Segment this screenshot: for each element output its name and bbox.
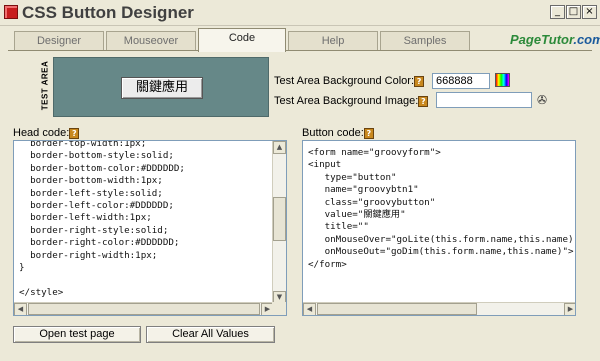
test-area: 關鍵應用 xyxy=(53,57,269,117)
bg-color-setting: Test Area Background Color:? xyxy=(274,75,425,87)
app-icon xyxy=(4,5,18,19)
tab-samples[interactable]: Samples xyxy=(380,31,470,51)
brand-suffix: .com xyxy=(573,32,600,47)
scroll-up-icon[interactable]: ▲ xyxy=(273,141,286,154)
tab-code[interactable]: Code xyxy=(198,28,286,52)
tab-designer[interactable]: Designer xyxy=(14,31,104,51)
minimize-button[interactable]: _ xyxy=(550,5,565,19)
bg-image-label: Test Area Background Image: xyxy=(274,95,419,107)
title-bar: CSS Button Designer _ □ × xyxy=(0,0,600,26)
color-picker-icon[interactable] xyxy=(495,73,510,87)
close-button[interactable]: × xyxy=(582,5,597,19)
help-icon[interactable]: ? xyxy=(363,127,374,139)
head-code-heading: Head code:? xyxy=(13,127,80,139)
browse-image-icon[interactable]: ✇ xyxy=(535,93,549,107)
test-area-label: TEST AREA xyxy=(37,59,51,115)
brand-name: PageTutor xyxy=(510,32,574,47)
bg-image-input[interactable] xyxy=(436,92,532,108)
button-code-hscroll-thumb[interactable] xyxy=(317,303,477,315)
head-code-vscroll-thumb[interactable] xyxy=(273,197,286,241)
bg-color-label: Test Area Background Color: xyxy=(274,75,415,87)
help-icon[interactable]: ? xyxy=(418,95,429,107)
bg-color-input[interactable]: 668888 xyxy=(432,73,490,89)
head-code-label: Head code: xyxy=(13,127,70,139)
tab-help[interactable]: Help xyxy=(288,31,378,51)
head-code-hscrollbar[interactable]: ◀ ▶ xyxy=(14,302,274,315)
button-code-hscrollbar[interactable]: ◀ ▶ xyxy=(303,302,575,315)
tab-divider xyxy=(8,50,592,51)
button-code-text: <form name="groovyform"> <input type="bu… xyxy=(308,147,576,270)
head-code-textarea[interactable]: border-top-width:1px; border-bottom-styl… xyxy=(13,140,287,316)
open-test-page-button[interactable]: Open test page xyxy=(13,326,141,343)
tab-mouseover[interactable]: Mouseover xyxy=(106,31,196,51)
button-code-textarea[interactable]: <form name="groovyform"> <input type="bu… xyxy=(302,140,576,316)
bg-image-setting: Test Area Background Image:? xyxy=(274,95,429,107)
scroll-left-icon[interactable]: ◀ xyxy=(14,303,27,315)
test-area-label-text: TEST AREA xyxy=(40,60,50,111)
brand-logo[interactable]: PageTutor.com xyxy=(510,32,600,47)
window-title: CSS Button Designer xyxy=(22,3,194,22)
maximize-button[interactable]: □ xyxy=(566,5,581,19)
help-icon[interactable]: ? xyxy=(414,75,425,87)
scroll-corner xyxy=(272,302,286,315)
scroll-left-icon[interactable]: ◀ xyxy=(303,303,316,315)
button-code-heading: Button code:? xyxy=(302,127,374,139)
scroll-right-icon[interactable]: ▶ xyxy=(564,303,575,315)
head-code-hscroll-thumb[interactable] xyxy=(28,303,260,315)
clear-all-values-button[interactable]: Clear All Values xyxy=(146,326,275,343)
head-code-vscrollbar[interactable]: ▲ ▼ xyxy=(272,141,286,304)
help-icon[interactable]: ? xyxy=(69,127,80,139)
test-button[interactable]: 關鍵應用 xyxy=(121,77,203,99)
head-code-text: border-top-width:1px; border-bottom-styl… xyxy=(19,140,185,298)
button-code-label: Button code: xyxy=(302,127,364,139)
